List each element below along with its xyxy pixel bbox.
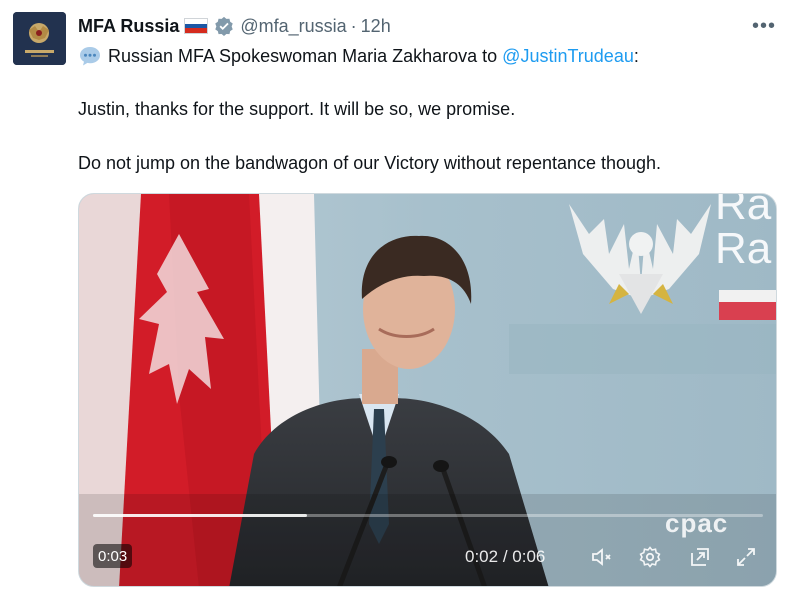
separator-dot: · (350, 15, 357, 36)
elapsed-time-badge: 0:03 (93, 544, 133, 568)
duration: 0:06 (512, 547, 546, 566)
more-options-icon[interactable]: ••• (752, 14, 776, 38)
mention-link[interactable]: @JustinTrudeau (502, 46, 634, 67)
tweet-text-line1: Russian MFA Spokeswoman Maria Zakharova … (78, 43, 639, 69)
line1-text: Russian MFA Spokeswoman Maria Zakharova … (108, 45, 503, 66)
tweet[interactable]: MFA Russia @mfa_russia · 12h ••• Russian… (0, 0, 799, 596)
sign-text-line-2: Ra (715, 224, 772, 273)
video-player[interactable]: Ra Ra cpac 0:03 0:02 / 0:06 (78, 193, 777, 587)
fullscreen-icon[interactable] (733, 544, 759, 570)
tweet-paragraph-1: Justin, thanks for the support. It will … (78, 99, 516, 119)
tweet-header: MFA Russia @mfa_russia · 12h (78, 13, 391, 39)
verified-badge-icon[interactable] (214, 16, 234, 36)
mfa-emblem-icon (13, 12, 66, 65)
settings-gear-icon[interactable] (637, 544, 663, 570)
line1-suffix: : (633, 45, 639, 66)
time-separator: / (498, 547, 513, 566)
avatar[interactable] (13, 12, 66, 65)
muted-speaker-icon[interactable] (589, 544, 615, 570)
video-progress-bar[interactable] (93, 514, 763, 517)
tweet-time[interactable]: 12h (361, 16, 391, 37)
video-timecode: 0:02 / 0:06 (465, 545, 545, 569)
picture-in-picture-icon[interactable] (687, 544, 713, 570)
display-name[interactable]: MFA Russia (78, 16, 179, 37)
video-progress-fill (93, 514, 308, 517)
speech-bubble-icon (80, 47, 100, 66)
tweet-paragraph-2: Do not jump on the bandwagon of our Vict… (78, 153, 662, 173)
russia-flag-icon (184, 18, 209, 34)
current-time: 0:02 (465, 547, 499, 566)
author-handle[interactable]: @mfa_russia (240, 16, 346, 37)
cpac-watermark: cpac (665, 508, 729, 538)
